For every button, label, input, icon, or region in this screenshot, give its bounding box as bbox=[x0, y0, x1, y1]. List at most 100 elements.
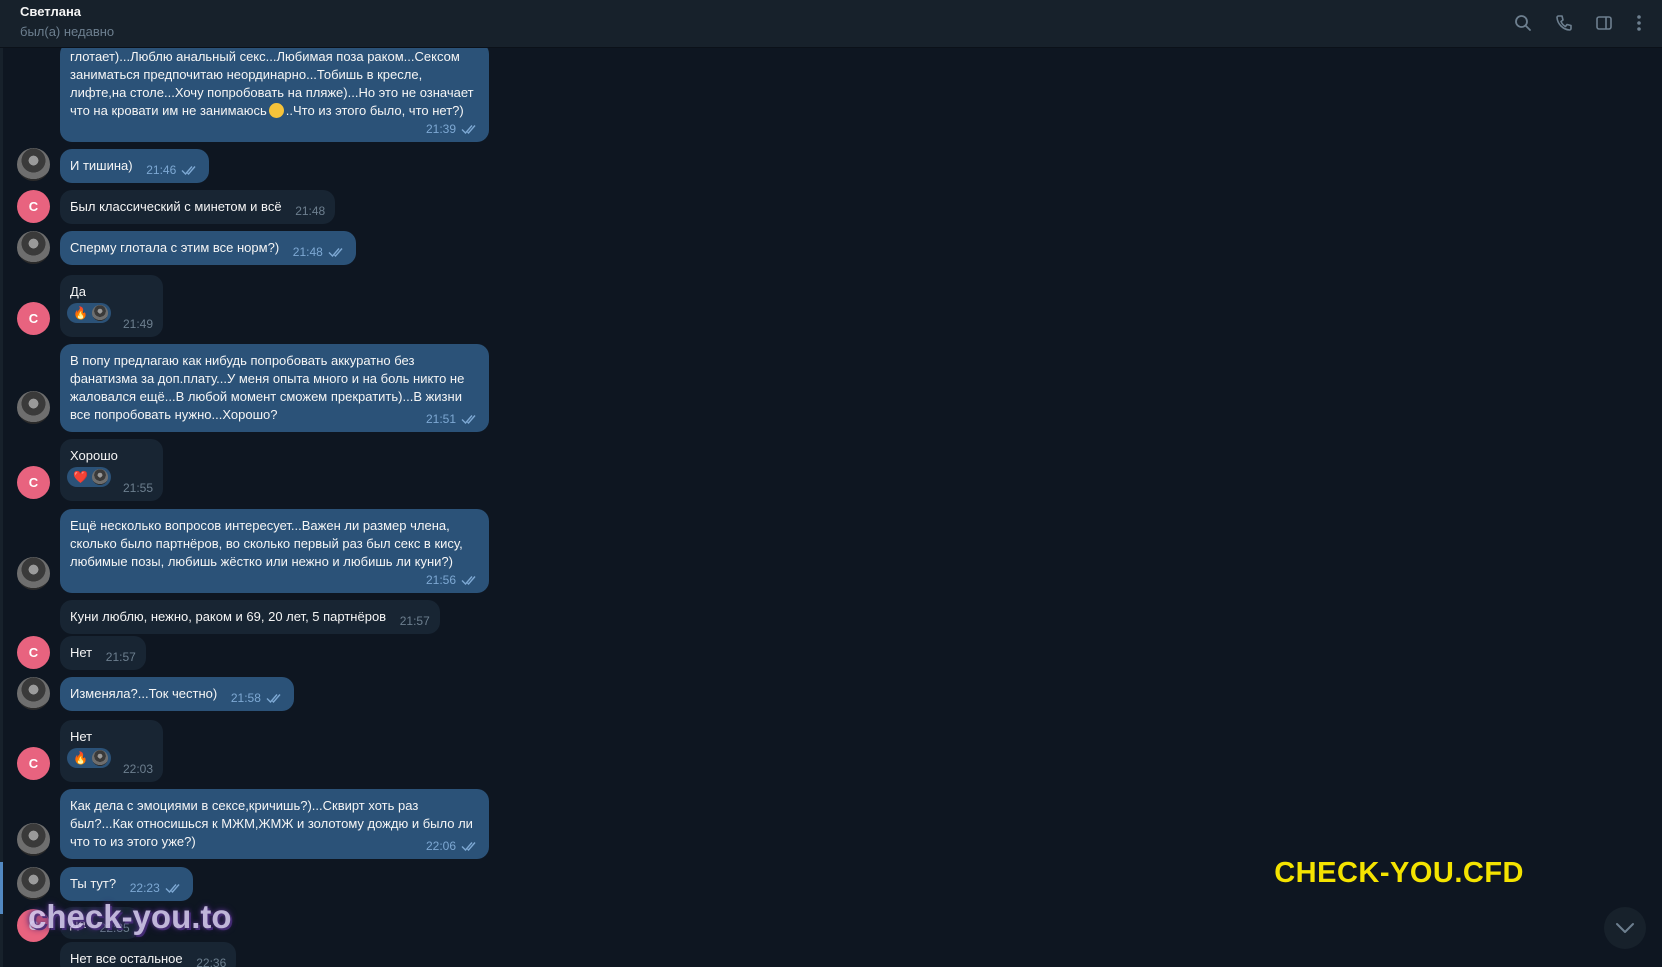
contact-name[interactable]: Светлана bbox=[20, 4, 81, 19]
message-time: 21:56 bbox=[425, 573, 456, 587]
message-incoming[interactable]: Нет 21:57 bbox=[60, 636, 146, 670]
message-text: Ты тут? 22:23 bbox=[60, 867, 193, 897]
message-time: 22:03 bbox=[122, 762, 153, 776]
message-incoming[interactable]: Куни люблю, нежно, раком и 69, 20 лет, 5… bbox=[60, 600, 440, 634]
message-text: Нет все остальное 22:36 bbox=[60, 942, 236, 967]
sidebar-toggle-icon[interactable] bbox=[1591, 10, 1617, 36]
message-meta: 21:57 bbox=[400, 612, 430, 630]
fire-emoji-icon: 🔥 bbox=[73, 306, 88, 320]
message-text: Ещё несколько вопросов интересует...Важе… bbox=[70, 518, 463, 569]
message-text: Сперму глотала с этим все норм?) 21:48 bbox=[60, 231, 356, 261]
message-text: глотает)...Люблю анальный секс...Любимая… bbox=[60, 48, 489, 120]
fire-emoji-icon: 🔥 bbox=[73, 751, 88, 765]
message-text-part: И тишина) bbox=[70, 158, 133, 173]
message-text-part: Сперму глотала с этим все норм?) bbox=[70, 240, 280, 255]
search-icon[interactable] bbox=[1510, 10, 1536, 36]
message-reaction[interactable]: 🔥 bbox=[67, 748, 111, 768]
message-time: 22:36 bbox=[196, 956, 227, 967]
message-time: 21:39 bbox=[425, 122, 456, 136]
message-text: В попу предлагаю как нибудь попробовать … bbox=[70, 353, 465, 422]
reaction-user-avatar bbox=[91, 305, 108, 321]
phone-icon[interactable] bbox=[1551, 10, 1577, 36]
double-check-icon bbox=[461, 576, 476, 585]
user-avatar[interactable] bbox=[17, 557, 50, 590]
contact-avatar[interactable]: С bbox=[17, 747, 50, 780]
message-meta: 21:55 bbox=[123, 479, 153, 497]
message-incoming[interactable]: Был классический с минетом и всё 21:48 bbox=[60, 190, 336, 224]
message-time: 22:23 bbox=[129, 881, 160, 895]
message-text-part: Нет все остальное bbox=[70, 951, 183, 966]
reaction-user-avatar bbox=[91, 750, 108, 766]
message-text: И тишина) 21:46 bbox=[60, 149, 209, 179]
message-time: 21:51 bbox=[425, 412, 456, 426]
message-text-part: ..Что из этого было, что нет?) bbox=[285, 103, 464, 118]
message-meta: 22:06 bbox=[426, 837, 479, 855]
heart-emoji-icon: ❤️ bbox=[73, 470, 88, 484]
double-check-icon bbox=[266, 694, 281, 703]
message-time: 21:48 bbox=[295, 204, 326, 218]
message-outgoing[interactable]: Ещё несколько вопросов интересует...Важе… bbox=[60, 509, 489, 593]
message-text: Как дела с эмоциями в сексе,кричишь?)...… bbox=[70, 798, 473, 849]
more-vertical-icon[interactable] bbox=[1626, 10, 1652, 36]
message-incoming[interactable]: Нет все остальное 22:36 bbox=[60, 942, 237, 967]
chat-header: Светлана был(а) недавно bbox=[0, 0, 1662, 48]
message-outgoing[interactable]: Ты тут? 22:23 bbox=[60, 867, 193, 901]
message-text: Изменяла?...Ток честно) 21:58 bbox=[60, 677, 294, 707]
message-time: 21:49 bbox=[122, 317, 153, 331]
message-text: Нет 21:57 bbox=[60, 636, 146, 666]
contact-avatar[interactable]: С bbox=[17, 466, 50, 499]
double-check-icon bbox=[181, 166, 196, 175]
message-time: 21:46 bbox=[146, 163, 177, 177]
message-time: 21:57 bbox=[399, 614, 430, 628]
contact-avatar[interactable]: С bbox=[17, 302, 50, 335]
double-check-icon bbox=[461, 125, 476, 134]
message-meta: 22:23 bbox=[130, 879, 183, 897]
user-avatar[interactable] bbox=[17, 677, 50, 710]
message-text-part: Нет bbox=[70, 645, 93, 660]
message-time: 21:48 bbox=[292, 245, 323, 259]
message-meta: 21:56 bbox=[426, 571, 479, 589]
user-avatar[interactable] bbox=[17, 391, 50, 424]
contact-avatar[interactable]: С bbox=[17, 636, 50, 669]
user-avatar[interactable] bbox=[17, 867, 50, 900]
message-outgoing[interactable]: Как дела с эмоциями в сексе,кричишь?)...… bbox=[60, 789, 489, 859]
telegram-chat-window: Светлана был(а) недавно глотает)...Люблю… bbox=[0, 0, 1662, 967]
message-text: Нет bbox=[70, 729, 93, 744]
message-meta: 21:48 bbox=[295, 202, 325, 220]
double-check-icon bbox=[461, 415, 476, 424]
message-time: 21:58 bbox=[230, 691, 261, 705]
contact-status: был(а) недавно bbox=[20, 24, 115, 39]
reaction-user-avatar bbox=[91, 469, 108, 485]
message-time: 21:57 bbox=[105, 650, 136, 664]
message-time: 21:55 bbox=[122, 481, 153, 495]
scroll-to-bottom-button[interactable] bbox=[1604, 907, 1646, 949]
double-check-icon bbox=[328, 248, 343, 257]
user-avatar[interactable] bbox=[17, 148, 50, 181]
watermark-left: check-you.to bbox=[28, 898, 232, 935]
message-text-part: Ты тут? bbox=[70, 876, 117, 891]
message-text: Хорошо bbox=[70, 448, 118, 463]
message-meta: 22:36 bbox=[196, 954, 226, 967]
message-time: 22:06 bbox=[425, 839, 456, 853]
message-meta: 22:03 bbox=[123, 760, 153, 778]
messages-area[interactable]: глотает)...Люблю анальный секс...Любимая… bbox=[0, 48, 1662, 967]
user-avatar[interactable] bbox=[17, 823, 50, 856]
message-meta: 21:58 bbox=[231, 689, 284, 707]
contact-avatar[interactable]: С bbox=[17, 190, 50, 223]
message-reaction[interactable]: ❤️ bbox=[67, 467, 111, 487]
message-outgoing[interactable]: глотает)...Люблю анальный секс...Любимая… bbox=[60, 48, 489, 142]
double-check-icon bbox=[165, 884, 180, 893]
message-outgoing[interactable]: Изменяла?...Ток честно) 21:58 bbox=[60, 677, 294, 711]
message-outgoing[interactable]: Сперму глотала с этим все норм?) 21:48 bbox=[60, 231, 356, 265]
message-incoming[interactable]: Да 🔥 21:49 bbox=[60, 275, 163, 337]
message-incoming[interactable]: Хорошо ❤️ 21:55 bbox=[60, 439, 163, 501]
message-meta: 21:46 bbox=[146, 161, 199, 179]
message-text: Был классический с минетом и всё 21:48 bbox=[60, 190, 335, 220]
message-outgoing[interactable]: В попу предлагаю как нибудь попробовать … bbox=[60, 344, 489, 432]
message-reaction[interactable]: 🔥 bbox=[67, 303, 111, 323]
message-outgoing[interactable]: И тишина) 21:46 bbox=[60, 149, 210, 183]
user-avatar[interactable] bbox=[17, 231, 50, 264]
message-incoming[interactable]: Нет 🔥 22:03 bbox=[60, 720, 163, 782]
watermark-right: CHECK-YOU.CFD bbox=[1274, 857, 1524, 889]
message-text: Куни люблю, нежно, раком и 69, 20 лет, 5… bbox=[60, 600, 440, 630]
